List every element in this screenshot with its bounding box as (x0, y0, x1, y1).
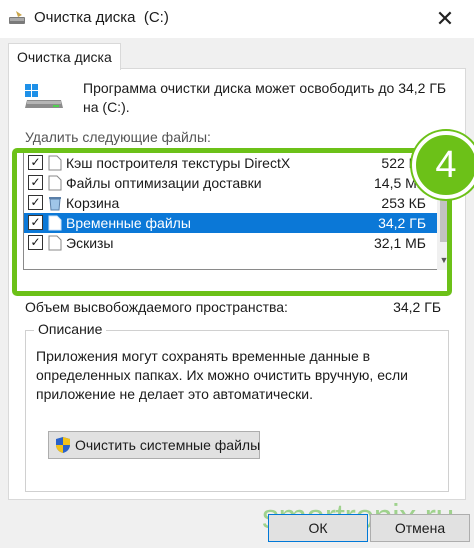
dialog-body: Очистка диска Программа очистки диска мо… (0, 38, 474, 548)
tab-panel: Программа очистки диска может освободить… (8, 68, 474, 500)
clean-system-files-button[interactable]: Очистить системные файлы (48, 431, 260, 459)
file-name: Эскизы (66, 235, 114, 251)
ok-button[interactable]: ОК (268, 514, 368, 542)
list-item-selected[interactable]: ✓ Временные файлы 34,2 ГБ (24, 213, 438, 233)
window-title: Очистка диска (C:) (34, 9, 169, 26)
list-item[interactable]: ✓ Эскизы 32,1 МБ (24, 233, 438, 253)
intro-text: Программа очистки диска может освободить… (83, 80, 447, 115)
files-list-label: Удалить следующие файлы: (25, 129, 211, 145)
tab-disk-cleanup[interactable]: Очистка диска (8, 43, 121, 70)
file-icon (48, 215, 62, 231)
file-icon (48, 155, 62, 171)
list-item[interactable]: ✓ Кэш построителя текстуры DirectX 522 К… (24, 153, 438, 173)
file-name: Файлы оптимизации доставки (66, 175, 262, 191)
disk-cleanup-icon (9, 11, 25, 24)
uac-shield-icon (56, 437, 70, 453)
step-number-badge: 4 (412, 131, 474, 199)
description-title: Описание (34, 321, 107, 337)
scroll-down-arrow-icon[interactable]: ▼ (437, 255, 451, 267)
file-size: 34,2 ГБ (378, 215, 426, 231)
file-icon (48, 175, 62, 191)
freed-space-value: 34,2 ГБ (393, 299, 441, 315)
file-size: 32,1 МБ (374, 235, 426, 251)
file-name: Кэш построителя текстуры DirectX (66, 155, 291, 171)
list-item[interactable]: ✓ Корзина 253 КБ (24, 193, 438, 213)
file-icon (48, 235, 62, 251)
clean-system-files-label: Очистить системные файлы (75, 437, 261, 453)
checkbox[interactable]: ✓ (28, 175, 43, 190)
description-group: Описание Приложения могут сохранять врем… (25, 321, 449, 492)
checkbox[interactable]: ✓ (28, 195, 43, 210)
file-name: Временные файлы (66, 215, 191, 231)
close-button[interactable]: ✕ (430, 4, 460, 34)
file-size: 253 КБ (381, 195, 426, 211)
cancel-button[interactable]: Отмена (370, 514, 470, 542)
files-list[interactable]: ✓ Кэш построителя текстуры DirectX 522 К… (23, 152, 439, 270)
checkbox[interactable]: ✓ (28, 215, 43, 230)
title-bar: Очистка диска (C:) ✕ (0, 0, 474, 38)
description-text: Приложения могут сохранять временные дан… (36, 348, 408, 402)
file-name: Корзина (66, 195, 120, 211)
recycle-bin-icon (49, 197, 61, 211)
freed-space-label: Объем высвобождаемого пространства: (25, 299, 288, 315)
checkbox[interactable]: ✓ (28, 235, 43, 250)
drive-icon (25, 84, 63, 108)
checkbox[interactable]: ✓ (28, 155, 43, 170)
list-item[interactable]: ✓ Файлы оптимизации доставки 14,5 МБ (24, 173, 438, 193)
